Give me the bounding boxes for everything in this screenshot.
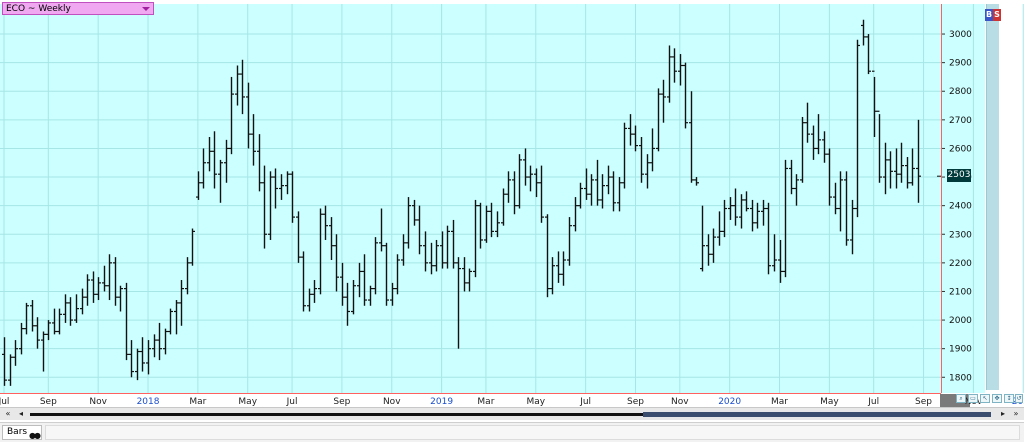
price-chart[interactable]: 1800190020002100220023002400250026002700… xyxy=(0,0,1024,407)
tab-label: Bars xyxy=(7,427,28,437)
x-month-label: May xyxy=(820,397,839,407)
scale-icon[interactable]: ↕ xyxy=(1004,394,1014,403)
scroll-thumb[interactable] xyxy=(643,412,991,417)
x-year-label: 2018 xyxy=(137,397,160,407)
y-tick-label: 1900 xyxy=(949,345,972,355)
cursor-icon[interactable]: ↖ xyxy=(980,394,990,403)
tab-strip xyxy=(45,425,1020,440)
x-month-label: Sep xyxy=(40,397,57,407)
y-tick-label: 3000 xyxy=(949,30,972,40)
symbol-title: ECO ~ Weekly xyxy=(6,4,71,14)
double-left-arrow-icon[interactable]: « xyxy=(3,409,13,419)
y-tick-label: 2000 xyxy=(949,316,972,326)
x-month-label: May xyxy=(526,397,545,407)
right-arrow-icon[interactable]: ▸ xyxy=(998,409,1008,419)
current-price-tag: 2503 xyxy=(947,169,971,182)
status-bar: Bars ●● xyxy=(0,422,1024,442)
y-tick-label: 2600 xyxy=(949,144,972,154)
y-tick-label: 2100 xyxy=(949,287,972,297)
chain-link-icon: ●● xyxy=(29,431,41,440)
x-month-label: Sep xyxy=(915,397,932,407)
x-month-label: Jul xyxy=(286,397,298,407)
symbol-selector[interactable]: ECO ~ Weekly xyxy=(2,2,154,15)
x-month-label: Jul xyxy=(0,397,9,407)
x-month-label: Sep xyxy=(333,397,350,407)
y-tick-label: 2800 xyxy=(949,87,972,97)
right-side-panel xyxy=(986,4,999,390)
x-month-label: Jul xyxy=(867,397,879,407)
y-tick-label: 2300 xyxy=(949,230,972,240)
sell-button[interactable]: S xyxy=(993,9,1001,21)
x-month-label: May xyxy=(238,397,257,407)
y-tick-label: 2700 xyxy=(949,116,972,126)
x-year-label: 2019 xyxy=(430,397,453,407)
y-tick-label: 2900 xyxy=(949,59,972,69)
x-month-label: Mar xyxy=(771,397,788,407)
time-scrollbar[interactable]: « ◂ ▸ » xyxy=(0,407,1024,420)
zoom-icon[interactable]: ⌕ xyxy=(956,394,966,403)
x-year-label: 2020 xyxy=(718,397,741,407)
x-month-label: Jul xyxy=(579,397,591,407)
chart-window: 1800190020002100220023002400250026002700… xyxy=(0,0,1024,442)
pan-icon[interactable]: ✥ xyxy=(992,394,1002,403)
double-right-arrow-icon[interactable]: » xyxy=(1011,409,1021,419)
y-tick-label: 2200 xyxy=(949,259,972,269)
x-month-label: Nov xyxy=(89,397,107,407)
tab-bars[interactable]: Bars ●● xyxy=(2,425,42,440)
x-month-label: Mar xyxy=(189,397,206,407)
fit-icon[interactable]: ▭ xyxy=(968,394,978,403)
x-month-label: Sep xyxy=(627,397,644,407)
y-tick-label: 2400 xyxy=(949,202,972,212)
x-month-label: Mar xyxy=(477,397,494,407)
buy-button[interactable]: B xyxy=(985,9,993,21)
dropdown-arrow-icon[interactable] xyxy=(142,7,150,11)
y-tick-label: 1800 xyxy=(949,373,972,383)
left-arrow-icon[interactable]: ◂ xyxy=(16,409,26,419)
reset-icon[interactable]: ↺ xyxy=(1015,394,1023,403)
x-month-label: Nov xyxy=(383,397,401,407)
x-month-label: Nov xyxy=(671,397,689,407)
